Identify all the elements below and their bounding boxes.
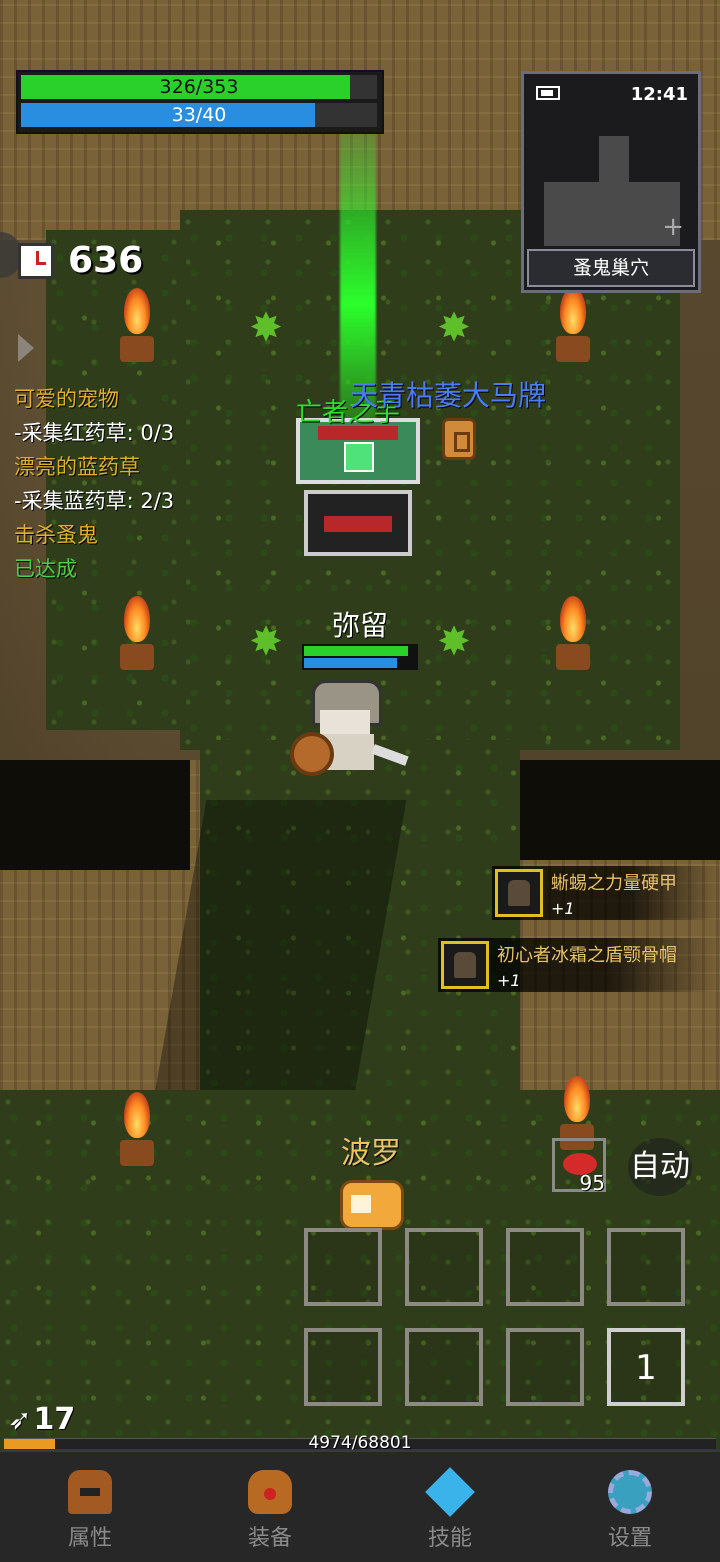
treasure-chest[interactable] — [296, 418, 420, 558]
vitals-panel: 326/353 33/40 — [16, 70, 384, 134]
hp-bar: 326/353 — [21, 75, 377, 99]
gear-icon — [608, 1470, 652, 1514]
pet-fox[interactable] — [340, 1180, 404, 1230]
skill-page-button[interactable]: 1 — [607, 1328, 685, 1406]
hp-text: 326/353 — [159, 76, 239, 98]
quest-detail: -采集蓝药草: 2/3 — [14, 489, 175, 513]
item-pickup-notice: 蜥蜴之力量硬甲 +1 — [492, 866, 720, 920]
dungeon-timer: 636 — [18, 240, 143, 281]
location-name: 蚤鬼巢穴 — [527, 249, 695, 287]
player-name: 弥留 — [331, 609, 388, 642]
player-hp-bar — [304, 646, 409, 656]
expand-quests-icon[interactable] — [18, 334, 34, 362]
clock-icon — [18, 242, 54, 279]
mp-bar: 33/40 — [21, 103, 377, 127]
minimap[interactable]: 12:41 + 蚤鬼巢穴 — [521, 71, 701, 293]
pet-name: 波罗 — [341, 1136, 401, 1171]
arrow-up-icon: ➶ — [8, 1403, 32, 1436]
skill-slot[interactable] — [405, 1228, 483, 1306]
herb-plant[interactable]: ✸ — [426, 620, 482, 664]
skill-slot[interactable] — [506, 1228, 584, 1306]
herb-plant[interactable]: ✸ — [238, 620, 294, 664]
pickup-item-name: 初心者冰霜之盾颚骨帽 — [497, 944, 677, 966]
skill-slot[interactable] — [304, 1328, 382, 1406]
nav-label: 装备 — [247, 1526, 292, 1551]
expand-map-icon[interactable]: + — [662, 212, 684, 242]
player-character[interactable] — [290, 676, 410, 786]
battery-icon — [536, 86, 560, 100]
player-level: ➶ 17 — [8, 1402, 75, 1437]
quest-title: 可爱的宠物 — [14, 387, 119, 411]
torch — [548, 282, 598, 362]
skill-slot[interactable] — [607, 1228, 685, 1306]
cave-pit-right — [520, 760, 720, 860]
pickup-item-qty: +1 — [551, 898, 575, 918]
crystal-icon — [425, 1467, 475, 1517]
herb-plant[interactable]: ✸ — [238, 306, 294, 350]
helmet-icon — [68, 1470, 112, 1514]
quest-detail: -采集红药草: 0/3 — [14, 421, 175, 445]
quest-title: 击杀蚤鬼 — [14, 523, 98, 547]
nav-label: 设置 — [607, 1526, 652, 1551]
torch — [112, 1086, 162, 1166]
minimap-room — [544, 182, 680, 246]
mp-text: 33/40 — [171, 104, 227, 126]
consumable-slot[interactable]: 95 — [552, 1138, 606, 1195]
herb-plant[interactable]: ✸ — [426, 306, 482, 350]
quest-tracker[interactable]: 可爱的宠物 -采集红药草: 0/3 漂亮的蓝药草 -采集蓝药草: 2/3 击杀蚤… — [14, 382, 174, 586]
loot-label-blue[interactable]: 天青枯萎大马牌 — [350, 374, 546, 414]
nav-label: 属性 — [67, 1526, 112, 1551]
pickup-item-name: 蜥蜴之力量硬甲 — [551, 872, 677, 894]
torch — [548, 590, 598, 670]
armor-icon — [495, 869, 543, 917]
rune-coin-icon[interactable] — [442, 418, 476, 460]
item-pickup-notice: 初心者冰霜之盾颚骨帽 +1 — [438, 938, 720, 992]
torch — [112, 590, 162, 670]
player-status-bars — [302, 644, 418, 670]
nav-attributes[interactable]: 属性 — [0, 1452, 180, 1562]
timer-value: 636 — [68, 240, 144, 281]
nav-settings[interactable]: 设置 — [540, 1452, 720, 1562]
quest-detail: 已达成 — [14, 557, 77, 581]
cave-pit-left — [0, 760, 190, 870]
player-mp-bar — [304, 658, 397, 668]
xp-bar: 4974/68801 — [4, 1433, 716, 1453]
bag-icon — [248, 1470, 292, 1514]
skill-slot[interactable] — [405, 1328, 483, 1406]
clock-time: 12:41 — [630, 84, 688, 105]
nav-label: 技能 — [427, 1526, 472, 1551]
level-value: 17 — [33, 1402, 76, 1437]
pickup-item-qty: +1 — [497, 970, 521, 990]
quest-title: 漂亮的蓝药草 — [14, 455, 140, 479]
skill-slot[interactable] — [506, 1328, 584, 1406]
auto-battle-button[interactable]: 自动 — [628, 1138, 692, 1196]
consumable-count: 95 — [579, 1171, 605, 1195]
skill-slot[interactable] — [304, 1228, 382, 1306]
nav-equipment[interactable]: 装备 — [180, 1452, 360, 1562]
bottom-nav: 属性 装备 技能 设置 — [0, 1450, 720, 1562]
torch — [112, 282, 162, 362]
helmet-item-icon — [441, 941, 489, 989]
nav-skills[interactable]: 技能 — [360, 1452, 540, 1562]
